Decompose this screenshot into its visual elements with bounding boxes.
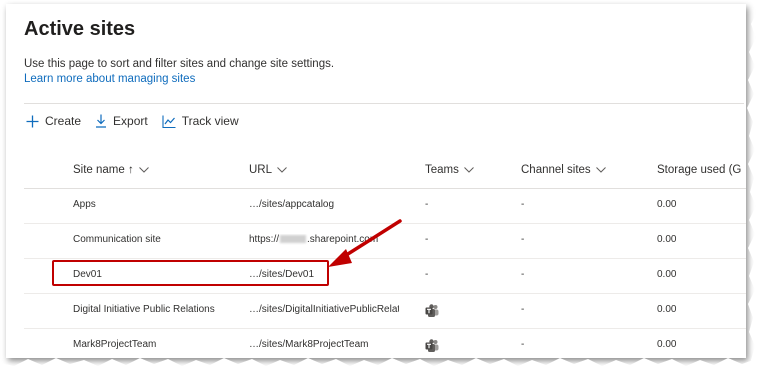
channel-sites-cell: - bbox=[521, 339, 525, 350]
site-name-cell[interactable]: Apps bbox=[73, 199, 243, 210]
teams-cell: - bbox=[425, 269, 429, 280]
site-name-cell[interactable]: Digital Initiative Public Relations bbox=[73, 304, 243, 315]
create-button[interactable]: Create bbox=[26, 114, 81, 128]
chart-trend-icon bbox=[162, 115, 176, 128]
table-row[interactable]: Digital Initiative Public Relations …/si… bbox=[24, 294, 746, 329]
plus-icon bbox=[26, 115, 39, 127]
torn-edge-bottom bbox=[0, 358, 773, 383]
chevron-down-icon bbox=[138, 167, 149, 173]
storage-cell: 0.00 bbox=[657, 269, 677, 280]
site-name-header-label: Site name ↑ bbox=[73, 164, 134, 176]
column-header-url[interactable]: URL bbox=[249, 164, 287, 176]
red-arrow-annotation bbox=[328, 219, 402, 267]
divider bbox=[24, 103, 744, 104]
teams-header-label: Teams bbox=[425, 164, 459, 176]
torn-edge-right bbox=[747, 0, 773, 383]
dev01-highlight-box bbox=[52, 260, 329, 286]
site-name-cell[interactable]: Mark8ProjectTeam bbox=[73, 339, 243, 350]
teams-cell bbox=[425, 304, 505, 321]
channel-sites-cell: - bbox=[521, 269, 525, 280]
page-description: Use this page to sort and filter sites a… bbox=[24, 58, 335, 70]
url-cell: …/sites/Mark8ProjectTeam bbox=[249, 339, 369, 350]
teams-cell: - bbox=[425, 234, 429, 245]
storage-cell: 0.00 bbox=[657, 304, 677, 315]
export-button[interactable]: Export bbox=[95, 114, 148, 128]
channel-sites-cell: - bbox=[521, 234, 525, 245]
column-header-teams[interactable]: Teams bbox=[425, 164, 474, 176]
storage-cell: 0.00 bbox=[657, 234, 677, 245]
download-icon bbox=[96, 114, 107, 128]
storage-used-header-label: Storage used (G bbox=[657, 164, 742, 176]
active-sites-panel: Active sites Use this page to sort and f… bbox=[6, 4, 746, 358]
column-header-storage-used[interactable]: Storage used (G bbox=[657, 164, 741, 176]
chevron-down-icon bbox=[277, 167, 287, 173]
teams-icon bbox=[425, 304, 439, 317]
url-prefix: https:// bbox=[249, 234, 280, 245]
channel-sites-cell: - bbox=[521, 199, 525, 210]
create-label: Create bbox=[45, 114, 82, 128]
page-title: Active sites bbox=[24, 18, 136, 40]
channel-sites-cell: - bbox=[521, 304, 525, 315]
column-header-channel-sites[interactable]: Channel sites bbox=[521, 164, 606, 176]
learn-more-link[interactable]: Learn more about managing sites bbox=[24, 73, 195, 85]
page: Active sites Use this page to sort and f… bbox=[0, 0, 773, 383]
url-header-label: URL bbox=[249, 164, 273, 176]
teams-icon bbox=[425, 339, 439, 352]
command-bar: Create Export Track view bbox=[26, 114, 253, 128]
url-cell: …/sites/DigitalInitiativePublicRelatio… bbox=[249, 304, 399, 315]
storage-cell: 0.00 bbox=[657, 199, 677, 210]
table-header: Site name ↑ URL Teams Channel sites Stor… bbox=[24, 152, 746, 189]
site-name-cell[interactable]: Communication site bbox=[73, 234, 243, 245]
url-cell: …/sites/appcatalog bbox=[249, 199, 335, 210]
chevron-down-icon bbox=[595, 167, 606, 173]
track-view-button[interactable]: Track view bbox=[162, 114, 239, 128]
teams-cell: - bbox=[425, 199, 429, 210]
track-view-label: Track view bbox=[181, 114, 239, 128]
channel-sites-header-label: Channel sites bbox=[521, 164, 591, 176]
column-header-site-name[interactable]: Site name ↑ bbox=[73, 164, 149, 176]
export-label: Export bbox=[113, 114, 148, 128]
storage-cell: 0.00 bbox=[657, 339, 677, 350]
chevron-down-icon bbox=[464, 167, 474, 173]
